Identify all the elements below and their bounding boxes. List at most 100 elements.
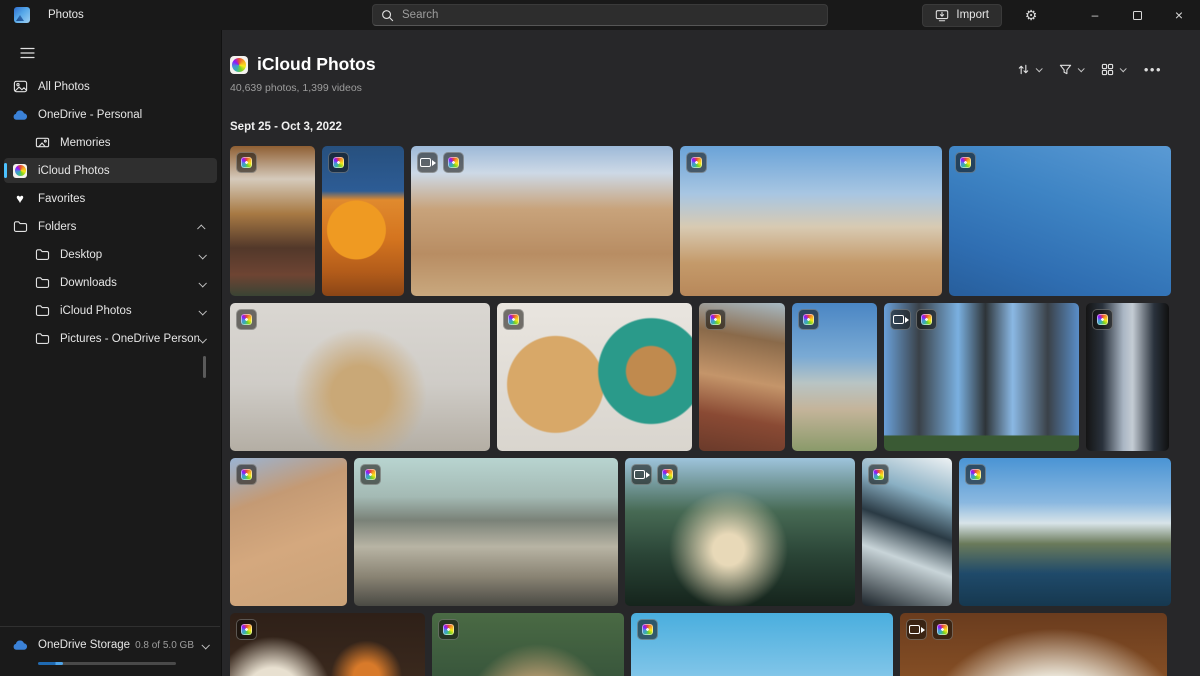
photo-tile-pizza-and-latte[interactable] <box>497 303 692 451</box>
view-toolbar: ••• <box>1010 56 1170 82</box>
import-button[interactable]: Import <box>922 3 1002 27</box>
sidebar: All Photos OneDrive - Personal Memories … <box>0 30 222 676</box>
photo-tile-desert-joshua-trees[interactable] <box>680 146 942 296</box>
photo-tile-rocky-shoreline[interactable] <box>862 458 952 606</box>
import-label: Import <box>956 9 989 21</box>
chevron-down-icon[interactable] <box>198 302 207 320</box>
icloud-badge-icon <box>637 619 658 640</box>
photo-tile-bikes-on-beach[interactable] <box>792 303 877 451</box>
chevron-down-icon[interactable] <box>198 246 207 264</box>
chevron-up-icon[interactable] <box>197 218 206 236</box>
sidebar-item-icloud-photos[interactable]: iCloud Photos <box>4 158 217 183</box>
photo-tile-louvre-pyramid[interactable] <box>1086 303 1169 451</box>
photo-badges <box>236 152 257 173</box>
sort-button[interactable] <box>1010 56 1048 82</box>
photo-tile-puppy-on-street[interactable] <box>699 303 785 451</box>
heart-icon: ♥ <box>16 191 24 206</box>
sidebar-resize-handle[interactable] <box>203 356 206 378</box>
photos-app-icon <box>14 7 30 23</box>
sidebar-item-favorites[interactable]: ♥ Favorites <box>4 186 217 211</box>
onedrive-cloud-icon <box>12 107 28 123</box>
photo-tile-forest-sunbeams[interactable] <box>625 458 855 606</box>
filter-icon <box>1059 64 1072 74</box>
chevron-down-icon[interactable] <box>201 636 210 654</box>
chevron-down-icon[interactable] <box>198 274 207 292</box>
hamburger-icon <box>19 47 35 59</box>
sidebar-item-downloads[interactable]: Downloads <box>4 270 217 295</box>
sidebar-item-label: Desktop <box>60 248 103 261</box>
page-title: iCloud Photos <box>257 54 376 74</box>
icloud-badge-icon <box>503 309 524 330</box>
sort-icon <box>1018 64 1029 74</box>
photo-badges <box>798 309 819 330</box>
photo-badges <box>1092 309 1113 330</box>
photo-tile-eiffel-tower[interactable] <box>884 303 1079 451</box>
chevron-down-icon <box>1077 64 1085 72</box>
photo-tile-lake-cliffs[interactable] <box>959 458 1171 606</box>
folder-icon <box>12 219 28 235</box>
photo-badges <box>631 464 678 485</box>
icloud-badge-icon <box>438 619 459 640</box>
icloud-badge-icon <box>236 619 257 640</box>
sidebar-item-label: OneDrive - Personal <box>38 108 143 121</box>
sidebar-item-desktop[interactable]: Desktop <box>4 242 217 267</box>
photo-tile-puppy-in-forest[interactable] <box>432 613 624 676</box>
icloud-badge-icon <box>360 464 381 485</box>
sidebar-item-folders[interactable]: Folders <box>4 214 217 239</box>
date-group-header: Sept 25 - Oct 3, 2022 <box>230 121 342 133</box>
photo-badges <box>890 309 937 330</box>
icloud-badge-icon <box>686 152 707 173</box>
icloud-badge-icon <box>798 309 819 330</box>
photo-badges <box>686 152 707 173</box>
settings-gear-icon[interactable]: ⚙ <box>1016 7 1046 24</box>
folder-icon <box>34 331 50 347</box>
icloud-badge-icon <box>955 152 976 173</box>
photo-tile-brunch-plates[interactable] <box>230 146 315 296</box>
layout-button[interactable] <box>1094 56 1132 82</box>
icloud-badge-icon <box>868 464 889 485</box>
photo-tile-cloudy-sky[interactable] <box>631 613 893 676</box>
storage-progress-fill <box>38 662 63 665</box>
icloud-badge-icon <box>916 309 937 330</box>
photo-tile-canyon-trail[interactable] <box>230 458 347 606</box>
hamburger-menu-button[interactable] <box>12 40 42 66</box>
photo-badges <box>868 464 889 485</box>
chevron-down-icon[interactable] <box>198 330 207 348</box>
icloud-badge-icon <box>443 152 464 173</box>
titlebar: Photos Search Import ⚙ – × <box>0 0 1200 30</box>
photo-tile-swing-ride[interactable] <box>949 146 1171 296</box>
sidebar-item-label: All Photos <box>38 80 90 93</box>
photo-tile-breakfast-table[interactable] <box>230 613 425 676</box>
sidebar-item-memories[interactable]: Memories <box>4 130 217 155</box>
filter-button[interactable] <box>1052 56 1090 82</box>
sidebar-item-pictures-onedrive[interactable]: Pictures - OneDrive Personal <box>4 326 217 351</box>
sidebar-item-label: Favorites <box>38 192 86 205</box>
photo-tile-orange-sun-mural[interactable] <box>322 146 404 296</box>
photo-badges <box>503 309 524 330</box>
icloud-badge-icon <box>965 464 986 485</box>
more-options-button[interactable]: ••• <box>1136 62 1170 77</box>
close-button[interactable]: × <box>1158 0 1200 30</box>
onedrive-cloud-icon <box>13 640 28 650</box>
folder-icon <box>34 303 50 319</box>
sidebar-item-all-photos[interactable]: All Photos <box>4 74 217 99</box>
sidebar-item-label: Memories <box>60 136 111 149</box>
icloud-badge-icon <box>1092 309 1113 330</box>
chevron-down-icon <box>1119 64 1127 72</box>
photo-badges <box>360 464 381 485</box>
icloud-photos-icon <box>12 163 28 179</box>
photo-tile-joshua-tree-rocks[interactable] <box>411 146 673 296</box>
search-placeholder: Search <box>402 9 439 21</box>
video-badge-icon <box>631 464 652 485</box>
photo-tile-city-skyline[interactable] <box>354 458 618 606</box>
maximize-button[interactable] <box>1116 0 1158 30</box>
sidebar-item-icloud-photos-folder[interactable]: iCloud Photos <box>4 298 217 323</box>
app-title: Photos <box>48 9 84 21</box>
minimize-button[interactable]: – <box>1074 0 1116 30</box>
icloud-badge-icon <box>328 152 349 173</box>
photo-tile-dog-on-chair[interactable] <box>230 303 490 451</box>
sidebar-item-onedrive-personal[interactable]: OneDrive - Personal <box>4 102 217 127</box>
search-input[interactable]: Search <box>372 4 828 26</box>
photo-tile-dinner-plate[interactable] <box>900 613 1167 676</box>
sidebar-item-label: Downloads <box>60 276 117 289</box>
